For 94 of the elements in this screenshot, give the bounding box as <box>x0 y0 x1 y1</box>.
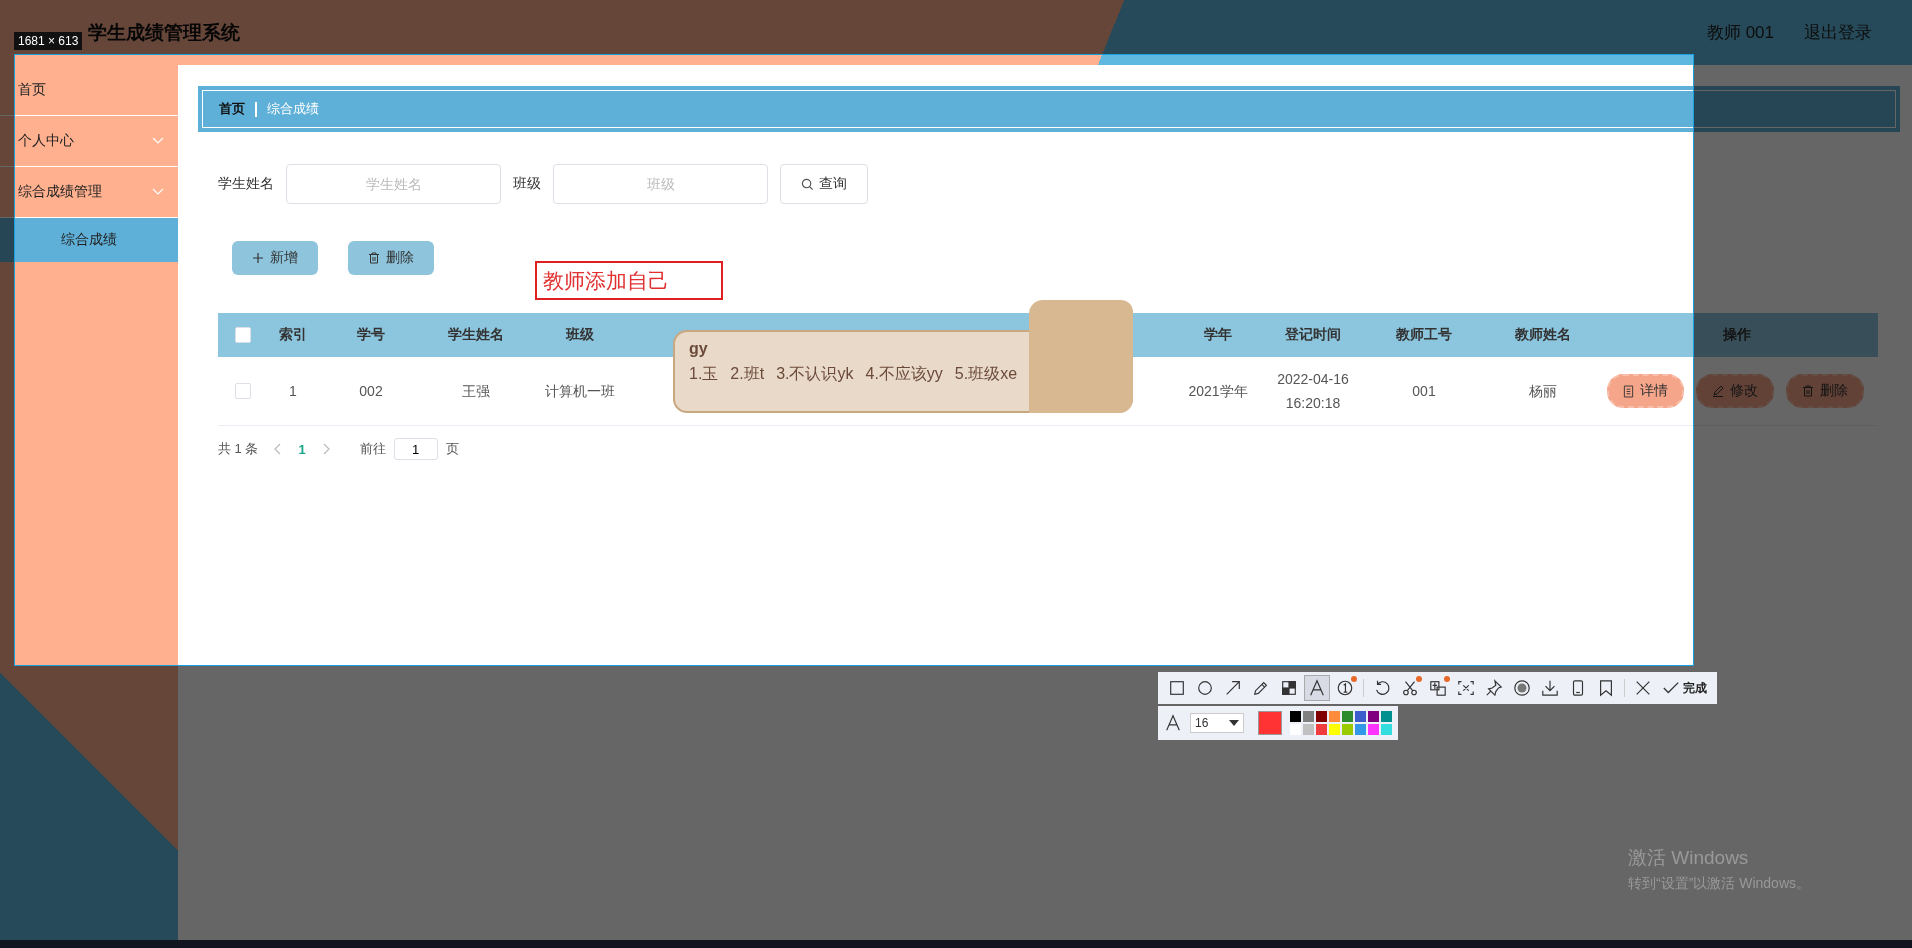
color-swatch[interactable] <box>1303 711 1314 722</box>
download-icon <box>1541 679 1559 697</box>
field-label: 班级 <box>513 175 541 193</box>
selection-size-label: 1681 × 613 <box>14 32 83 50</box>
column-header: 学号 <box>357 326 385 344</box>
bookmark-icon <box>1597 679 1615 697</box>
finish-button[interactable]: 完成 <box>1658 679 1711 697</box>
search-button[interactable]: 查询 <box>780 164 868 204</box>
font-size-dropdown[interactable]: 16 <box>1190 713 1244 733</box>
color-swatch[interactable] <box>1342 711 1353 722</box>
chevron-down-icon <box>152 137 164 145</box>
chevron-left-icon[interactable] <box>274 443 283 455</box>
trash-icon <box>1802 385 1814 397</box>
scissors-icon <box>1401 679 1419 697</box>
text-annotation[interactable]: 教师添加自己 <box>535 261 723 300</box>
plus-icon <box>252 252 264 264</box>
record-icon <box>1513 679 1531 697</box>
table-cell-text: 杨丽 <box>1529 382 1557 401</box>
notification-dot <box>1416 676 1422 682</box>
color-swatch[interactable] <box>1355 711 1366 722</box>
field-label: 学生姓名 <box>218 175 274 193</box>
ime-candidate[interactable]: 1.玉 <box>689 364 719 385</box>
column-header: 班级 <box>566 326 594 344</box>
ime-candidate[interactable]: 5.班级xe <box>954 364 1018 385</box>
page-unit: 页 <box>445 440 459 458</box>
detail-button[interactable]: 详情 <box>1607 374 1684 408</box>
circle-icon <box>1196 679 1214 697</box>
color-swatch[interactable] <box>1368 711 1379 722</box>
dropdown-arrow-icon <box>1229 720 1239 726</box>
color-swatch[interactable] <box>1316 724 1327 735</box>
delete-button[interactable]: 删除 <box>348 241 434 275</box>
checkbox[interactable] <box>235 383 251 399</box>
table-cell-text: 2022-04-16 16:20:18 <box>1276 370 1350 413</box>
pencil-icon <box>1252 679 1270 697</box>
column-header: 学生姓名 <box>448 326 504 344</box>
color-swatch[interactable] <box>1290 711 1301 722</box>
search-icon <box>801 177 814 191</box>
mosaic-icon <box>1280 679 1298 697</box>
close-icon <box>1634 679 1652 697</box>
square-icon <box>1168 679 1186 697</box>
add-button[interactable]: 新增 <box>232 241 318 275</box>
color-swatch[interactable] <box>1329 724 1340 735</box>
user-name: 教师 001 <box>1706 22 1774 44</box>
color-swatch[interactable] <box>1355 724 1366 735</box>
ime-input-text: gy <box>689 340 709 358</box>
checkbox[interactable] <box>235 327 251 343</box>
search-field[interactable]: 班级 <box>553 164 768 204</box>
column-header: 索引 <box>279 326 307 344</box>
bracket-frame-icon <box>1457 679 1475 697</box>
table-cell-text: 计算机一班 <box>545 382 615 401</box>
color-swatch[interactable] <box>1381 711 1392 722</box>
color-swatch[interactable] <box>1368 724 1379 735</box>
capture-selection-frame[interactable] <box>14 54 1694 666</box>
translate-icon <box>1429 679 1447 697</box>
color-swatch[interactable] <box>1342 724 1353 735</box>
total-count: 共 1 条 <box>218 440 259 458</box>
color-swatch[interactable] <box>1303 724 1314 735</box>
column-header: 登记时间 <box>1285 326 1341 344</box>
color-swatch[interactable] <box>1316 711 1327 722</box>
letter-a-icon <box>1164 714 1182 732</box>
letter-a-icon <box>1308 679 1326 697</box>
table-cell-text: 001 <box>1412 382 1436 401</box>
page-input[interactable]: 1 <box>393 438 438 460</box>
table-cell-text: 002 <box>359 382 383 401</box>
numbered-circle-icon <box>1336 679 1354 697</box>
pencil-icon <box>1712 385 1724 397</box>
column-header: 教师姓名 <box>1515 326 1571 344</box>
goto-label: 前往 <box>359 440 386 458</box>
breadcrumb-link[interactable]: 首页 <box>219 100 245 118</box>
column-header: 操作 <box>1723 326 1751 344</box>
search-field[interactable]: 学生姓名 <box>286 164 501 204</box>
text-tool-button[interactable] <box>1304 675 1330 701</box>
notification-dot <box>1444 676 1450 682</box>
ime-candidate[interactable]: 3.不认识yk <box>776 364 854 385</box>
trash-icon <box>368 252 380 264</box>
arrow-icon <box>1224 679 1242 697</box>
column-header: 教师工号 <box>1396 326 1452 344</box>
table-cell-text: 2021学年 <box>1188 382 1248 401</box>
undo-icon <box>1373 679 1391 697</box>
color-swatch[interactable] <box>1381 724 1392 735</box>
notification-dot <box>1351 676 1357 682</box>
table-cell-text: 1 <box>289 382 297 401</box>
pin-icon <box>1485 679 1503 697</box>
chevron-right-icon[interactable] <box>321 443 330 455</box>
app-title: 学生成绩管理系统 <box>88 20 240 45</box>
color-swatch[interactable] <box>1329 711 1340 722</box>
current-color-swatch[interactable] <box>1258 711 1282 735</box>
document-icon <box>1623 384 1634 398</box>
table-cell-text: 王强 <box>462 382 490 401</box>
chevron-down-icon <box>152 188 164 196</box>
column-header: 学年 <box>1204 326 1232 344</box>
submenu-item[interactable]: 综合成绩 <box>0 218 178 262</box>
ime-candidate[interactable]: 2.班t <box>730 364 765 385</box>
ime-candidate[interactable]: 4.不应该yy <box>865 364 943 385</box>
